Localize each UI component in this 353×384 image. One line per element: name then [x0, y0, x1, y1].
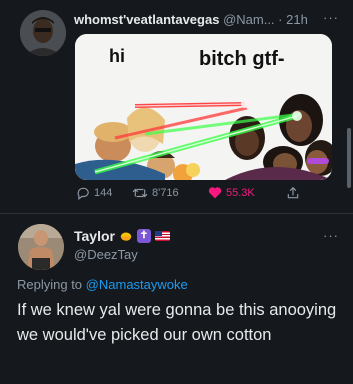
- author-name[interactable]: whomst'veatlantavegas: [74, 12, 219, 27]
- like-button[interactable]: 55.3K: [208, 186, 255, 199]
- scrollbar[interactable]: [347, 128, 351, 188]
- share-icon: [287, 186, 299, 199]
- author-avatar[interactable]: [20, 10, 66, 56]
- tweet[interactable]: whomst'veatlantavegas @Nam... · 21h ···: [0, 0, 353, 212]
- reply-more-options-icon[interactable]: ···: [323, 228, 339, 243]
- replying-to-handle[interactable]: @Namastaywoke: [86, 277, 188, 292]
- lemon-emoji-icon: [120, 232, 132, 241]
- meme-left-caption: hi: [109, 46, 125, 66]
- replying-to-label: Replying to: [17, 277, 83, 292]
- cross-emoji-icon: ✝: [136, 229, 151, 243]
- tweet-header: whomst'veatlantavegas @Nam... · 21h: [74, 12, 308, 27]
- more-options-icon[interactable]: ···: [323, 10, 339, 25]
- us-flag-icon: [154, 231, 170, 241]
- retweet-icon: [132, 188, 148, 198]
- reply-icon: [77, 187, 89, 200]
- reply-tweet[interactable]: Taylor ✝ @DeezTay ··· Replying to @Namas…: [0, 214, 353, 384]
- tweet-actions: 144 8'716 55.3K: [76, 186, 316, 204]
- reply-author-name[interactable]: Taylor: [74, 228, 115, 244]
- reply-author-avatar[interactable]: [18, 224, 64, 270]
- like-count: 55.3K: [226, 186, 255, 199]
- reply-author-name-row: Taylor ✝: [74, 228, 170, 244]
- reply-count: 144: [94, 187, 113, 199]
- retweet-count: 8'716: [152, 187, 179, 199]
- reply-text: If we knew yal were gonna be this anooyi…: [17, 301, 337, 344]
- meme-right-caption: bitch gtf-: [199, 48, 285, 70]
- tweet-time[interactable]: 21h: [286, 12, 308, 27]
- reply-author-handle[interactable]: @DeezTay: [74, 247, 138, 262]
- tweet-image[interactable]: hi bitch gtf-: [75, 34, 332, 180]
- author-handle[interactable]: @Nam...: [223, 12, 274, 27]
- reply-button[interactable]: 144: [76, 186, 112, 200]
- replying-to: Replying to @Namastaywoke: [17, 277, 188, 292]
- retweet-button[interactable]: 8'716: [132, 186, 179, 200]
- heart-icon: [208, 187, 222, 199]
- header-separator: ·: [278, 12, 283, 27]
- share-button[interactable]: [286, 186, 300, 200]
